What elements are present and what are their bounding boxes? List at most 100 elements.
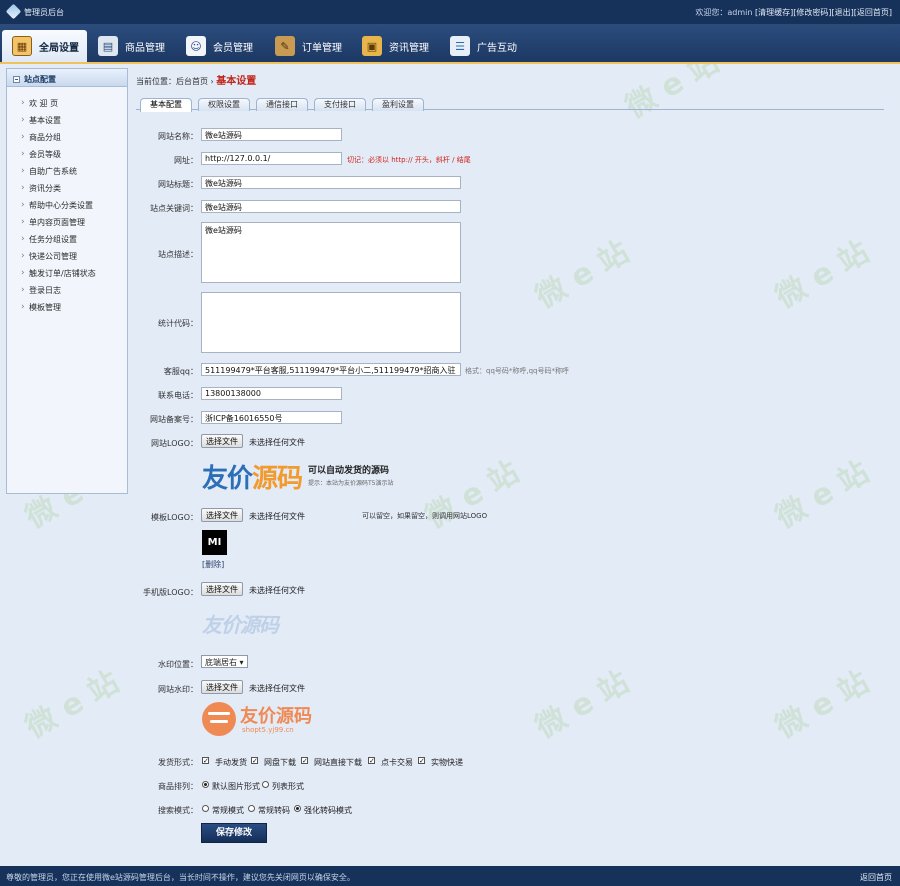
sidebar-item-help-categories[interactable]: 帮助中心分类设置 (21, 197, 127, 214)
sidebar-item-single-pages[interactable]: 单内容页面管理 (21, 214, 127, 231)
sidebar-item-login-log[interactable]: 登录日志 (21, 282, 127, 299)
sidebar-item-templates[interactable]: 模板管理 (21, 299, 127, 316)
ship-card-checkbox[interactable]: ✓ (368, 757, 375, 765)
sidebar-item-task-groups[interactable]: 任务分组设置 (21, 231, 127, 248)
tab-communication[interactable]: 通信接口 (256, 98, 308, 111)
sort-image-radio[interactable] (202, 781, 209, 788)
icp-input[interactable]: 浙ICP备16016550号 (201, 411, 342, 424)
sidebar-item-basic-settings[interactable]: 基本设置 (21, 112, 127, 129)
keywords-input[interactable]: 微e站源码 (201, 200, 461, 213)
mobile-logo-file-button[interactable]: 选择文件 (201, 582, 243, 596)
template-logo-file-button[interactable]: 选择文件 (201, 508, 243, 522)
ship-physical-label: 实物快递 (431, 758, 463, 767)
mobile-logo-file-status: 未选择任何文件 (249, 586, 305, 595)
breadcrumb-home-link[interactable]: 后台首页 (176, 77, 208, 86)
search-normal-label: 常规模式 (212, 806, 244, 815)
site-logo-label: 网站LOGO： (151, 439, 198, 448)
tab-payment[interactable]: 支付接口 (314, 98, 366, 111)
clear-cache-link[interactable]: [清理缓存] (755, 8, 793, 17)
site-logo-subtext: 提示：本站为友价源码T5演示站 (308, 480, 394, 487)
app-title: 管理员后台 (24, 8, 64, 17)
nav-tab-label: 资讯管理 (389, 42, 429, 54)
change-password-link[interactable]: [修改密码] (793, 8, 831, 17)
logo-text-a: 友价 (202, 464, 253, 494)
tab-permissions[interactable]: 权限设置 (198, 98, 250, 111)
nav-tab-label: 会员管理 (213, 42, 253, 54)
footer-notice: 尊敬的管理员，您正在使用微e站源码管理后台，当长时间不操作，建议您先关闭网页以确… (6, 873, 355, 882)
sidebar-item-ad-system[interactable]: 自助广告系统 (21, 163, 127, 180)
mobile-logo-preview: 友价源码 (202, 613, 279, 637)
breadcrumb: 当前位置：后台首页 › 基本设置 (136, 72, 256, 87)
nav-tab-orders[interactable]: ✎ 订单管理 (275, 30, 342, 62)
watermark-position-select[interactable]: 底端居右 ▾ (201, 655, 248, 668)
sidebar-item-member-levels[interactable]: 会员等级 (21, 146, 127, 163)
watermark-file-status: 未选择任何文件 (249, 684, 305, 693)
stats-code-textarea[interactable] (201, 292, 461, 353)
search-normal-radio[interactable] (202, 805, 209, 812)
ship-direct-label: 网站直接下载 (314, 758, 362, 767)
tab-basic-config[interactable]: 基本配置 (140, 98, 192, 112)
nav-tab-global-settings[interactable]: ▦ 全局设置 (2, 30, 87, 62)
stats-code-label: 统计代码： (158, 319, 198, 328)
site-logo-slogan: 可以自动发货的源码 (308, 466, 390, 476)
background-watermark: 微 e 站 (769, 664, 875, 746)
description-label: 站点描述： (158, 250, 198, 259)
search-enhanced-radio[interactable] (294, 805, 301, 812)
breadcrumb-current: 基本设置 (216, 76, 257, 87)
footer: 尊敬的管理员，您正在使用微e站源码管理后台，当长时间不操作，建议您先关闭网页以确… (0, 866, 900, 886)
ship-manual-checkbox[interactable]: ✓ (202, 757, 209, 765)
ship-type-label: 发货形式： (158, 758, 198, 767)
site-name-label: 网站名称： (158, 132, 198, 141)
save-button[interactable]: 保存修改 (201, 823, 267, 843)
watermark-position-label: 水印位置： (158, 660, 198, 669)
search-enhanced-label: 强化转码模式 (304, 806, 352, 815)
nav-tab-ads[interactable]: ☰ 广告互动 (450, 30, 517, 62)
search-mode-label: 搜索模式： (158, 806, 198, 815)
url-hint: 切记：必须以 http:// 开头，斜杆 / 结尾 (347, 156, 471, 164)
ship-direct-checkbox[interactable]: ✓ (301, 757, 308, 765)
site-name-input[interactable]: 微e站源码 (201, 128, 342, 141)
goods-sort-label: 商品排列： (158, 782, 198, 791)
collapse-icon[interactable] (13, 76, 20, 83)
sidebar-item-goods-groups[interactable]: 商品分组 (21, 129, 127, 146)
sidebar-item-welcome[interactable]: 欢 迎 页 (21, 95, 127, 112)
nav-tab-label: 商品管理 (125, 42, 165, 54)
sort-list-radio[interactable] (262, 781, 269, 788)
settings-tabs: 基本配置 权限设置 通信接口 支付接口 盈利设置 (136, 96, 884, 112)
footer-home-link[interactable]: 返回首页 (860, 872, 892, 883)
sidebar-menu: 欢 迎 页 基本设置 商品分组 会员等级 自助广告系统 资讯分类 帮助中心分类设… (7, 87, 127, 316)
nav-tab-news[interactable]: ▣ 资讯管理 (362, 30, 429, 62)
url-input[interactable]: http://127.0.0.1/ (201, 152, 342, 165)
sidebar-item-order-status[interactable]: 触发订单/店铺状态 (21, 265, 127, 282)
search-transcode-radio[interactable] (248, 805, 255, 812)
template-logo-preview: MI (202, 530, 227, 555)
nav-tab-members[interactable]: ☺ 会员管理 (186, 30, 253, 62)
sidebar-header[interactable]: 站点配置 (7, 69, 127, 87)
delete-template-logo-link[interactable]: [删除] (202, 559, 224, 570)
sidebar-item-express[interactable]: 快递公司管理 (21, 248, 127, 265)
service-qq-input[interactable]: 511199479*平台客服,511199479*平台小二,511199479*… (201, 363, 461, 376)
site-title-input[interactable]: 微e站源码 (201, 176, 461, 189)
ship-netdisk-checkbox[interactable]: ✓ (251, 757, 258, 765)
description-textarea[interactable]: 微e站源码 (201, 222, 461, 283)
sidebar-item-news-categories[interactable]: 资讯分类 (21, 180, 127, 197)
watermark-preview: 友价源码 shopt5.yj99.cn (202, 702, 342, 738)
phone-input[interactable]: 13800138000 (201, 387, 342, 400)
top-links: 欢迎您：admin [清理缓存][修改密码][退出][返回首页] (695, 7, 892, 18)
site-title-label: 网站标题： (158, 180, 198, 189)
background-watermark: 微 e 站 (529, 664, 635, 746)
search-transcode-label: 常规转码 (258, 806, 290, 815)
site-logo-file-status: 未选择任何文件 (249, 438, 305, 447)
username: admin (727, 8, 753, 17)
watermark-file-button[interactable]: 选择文件 (201, 680, 243, 694)
breadcrumb-prefix: 当前位置： (136, 77, 176, 86)
site-logo-file-button[interactable]: 选择文件 (201, 434, 243, 448)
background-watermark: 微 e 站 (769, 234, 875, 316)
return-home-link[interactable]: [返回首页] (854, 8, 892, 17)
tab-profit[interactable]: 盈利设置 (372, 98, 424, 111)
nav-tab-goods[interactable]: ▤ 商品管理 (98, 30, 165, 62)
logout-link[interactable]: [退出] (832, 8, 854, 17)
nav-tab-label: 订单管理 (302, 42, 342, 54)
icp-label: 网站备案号： (150, 415, 198, 424)
ship-physical-checkbox[interactable]: ✓ (418, 757, 425, 765)
